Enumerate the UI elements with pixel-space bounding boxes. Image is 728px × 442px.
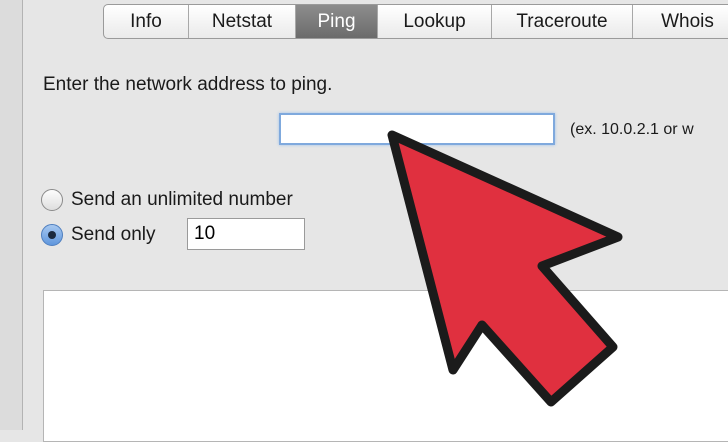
pointer-arrow-icon — [387, 130, 623, 407]
